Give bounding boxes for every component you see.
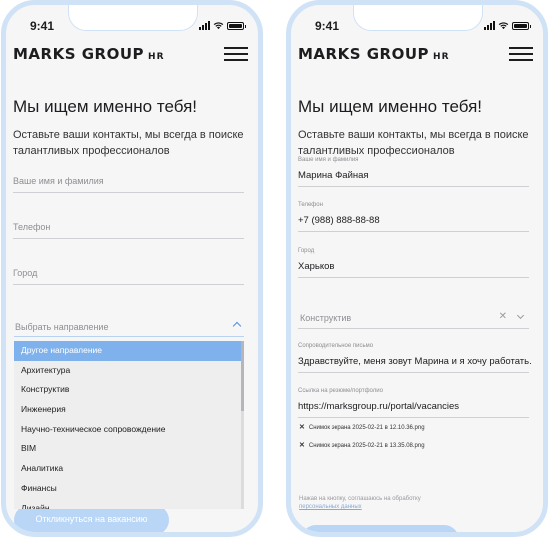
- chevron-up-icon[interactable]: [232, 321, 242, 331]
- cover-letter-field[interactable]: Сопроводительное письмо Здравствуйте, ме…: [298, 343, 532, 373]
- status-bar: 9:41: [6, 15, 258, 35]
- battery-icon: [227, 21, 246, 30]
- city-field[interactable]: Город Харьков: [298, 248, 529, 278]
- phone-field[interactable]: Телефон: [13, 219, 244, 239]
- file-name: Снимок экрана 2025-02-21 в 12.10.36.png: [308, 425, 425, 431]
- site-header: MARKS GROUP HR: [298, 45, 533, 67]
- name-placeholder: Ваше имя и фамилия: [13, 176, 104, 186]
- phone-placeholder: Телефон: [13, 222, 51, 232]
- dropdown-scrollbar[interactable]: [241, 341, 244, 509]
- consent-text: Нажав на кнопку, соглашаюсь на обработку: [299, 496, 421, 502]
- site-header: MARKS GROUP HR: [13, 45, 248, 67]
- signal-icon: [484, 21, 495, 30]
- clear-icon[interactable]: ✕: [499, 311, 507, 322]
- resume-link-field[interactable]: Ссылка на резюме/портфолио https://marks…: [298, 388, 529, 418]
- direction-value: Конструктив: [300, 313, 352, 323]
- signal-icon: [199, 21, 210, 30]
- cover-letter-value: Здравствуйте, меня зовут Марина и я хочу…: [298, 356, 532, 367]
- status-time: 9:41: [30, 19, 55, 33]
- page-title: Мы ищем именно тебя!: [298, 97, 483, 116]
- remove-file-icon[interactable]: ✕: [299, 442, 305, 449]
- privacy-link[interactable]: персональных данных: [299, 503, 421, 511]
- page-subtitle: Оставьте ваши контакты, мы всегда в поис…: [13, 129, 244, 157]
- hamburger-menu-icon[interactable]: [509, 47, 533, 61]
- dropdown-option[interactable]: Другое направление: [14, 341, 244, 361]
- dropdown-option[interactable]: Дизайн: [14, 499, 244, 510]
- page-title: Мы ищем именно тебя!: [13, 97, 198, 116]
- dropdown-option[interactable]: Инженерия: [14, 400, 244, 420]
- direction-placeholder: Выбрать направление: [15, 322, 109, 332]
- city-value: Харьков: [298, 261, 335, 272]
- remove-file-icon[interactable]: ✕: [299, 424, 305, 431]
- battery-icon: [512, 21, 531, 30]
- phone-field[interactable]: Телефон +7 (988) 888-88-88: [298, 202, 529, 232]
- resume-link-label: Ссылка на резюме/портфолио: [298, 388, 383, 394]
- phone-value: +7 (988) 888-88-88: [298, 215, 380, 226]
- phone-screen-left: 9:41 MARKS GROUP HR Мы ищем именно тебя! …: [1, 0, 263, 537]
- dropdown-option[interactable]: Архитектура: [14, 361, 244, 381]
- brand-logo[interactable]: MARKS GROUP HR: [298, 45, 450, 63]
- name-value: Марина Файная: [298, 170, 369, 181]
- direction-dropdown: Другое направление Архитектура Конструкт…: [14, 341, 244, 509]
- status-time: 9:41: [315, 19, 340, 33]
- direction-select[interactable]: Выбрать направление: [14, 313, 244, 337]
- direction-select[interactable]: Конструктив ✕: [298, 305, 529, 329]
- dropdown-option[interactable]: Аналитика: [14, 459, 244, 479]
- city-field[interactable]: Город: [13, 265, 244, 285]
- name-field[interactable]: Ваше имя и фамилия: [13, 173, 244, 193]
- brand-logo[interactable]: MARKS GROUP HR: [13, 45, 165, 63]
- status-icons: [199, 21, 246, 30]
- attached-file: ✕ Снимок экрана 2025-02-21 в 13.35.08.png: [299, 441, 425, 449]
- hamburger-menu-icon[interactable]: [224, 47, 248, 61]
- dropdown-option[interactable]: BIM: [14, 439, 244, 459]
- name-field[interactable]: Ваше имя и фамилия Марина Файная: [298, 157, 529, 187]
- submit-button[interactable]: [301, 525, 459, 532]
- name-label: Ваше имя и фамилия: [298, 157, 359, 163]
- attached-file: ✕ Снимок экрана 2025-02-21 в 12.10.36.png: [299, 423, 425, 431]
- resume-link-value: https://marksgroup.ru/portal/vacancies: [298, 401, 460, 412]
- page-subtitle: Оставьте ваши контакты, мы всегда в поис…: [298, 129, 529, 157]
- chevron-down-icon[interactable]: [516, 311, 525, 320]
- cover-letter-label: Сопроводительное письмо: [298, 343, 374, 349]
- dropdown-option[interactable]: Научно-техническое сопровождение: [14, 420, 244, 440]
- wifi-icon: [213, 22, 224, 30]
- phone-screen-right: 9:41 MARKS GROUP HR Мы ищем именно тебя! …: [286, 0, 548, 537]
- status-icons: [484, 21, 531, 30]
- wifi-icon: [498, 22, 509, 30]
- phone-label: Телефон: [298, 202, 323, 208]
- consent-notice: Нажав на кнопку, соглашаюсь на обработку…: [299, 495, 421, 511]
- city-placeholder: Город: [13, 268, 38, 278]
- city-label: Город: [298, 248, 315, 254]
- status-bar: 9:41: [291, 15, 543, 35]
- dropdown-option[interactable]: Конструктив: [14, 380, 244, 400]
- dropdown-option[interactable]: Финансы: [14, 479, 244, 499]
- file-name: Снимок экрана 2025-02-21 в 13.35.08.png: [308, 443, 425, 449]
- apply-button[interactable]: Откликнуться на вакансию: [14, 505, 169, 532]
